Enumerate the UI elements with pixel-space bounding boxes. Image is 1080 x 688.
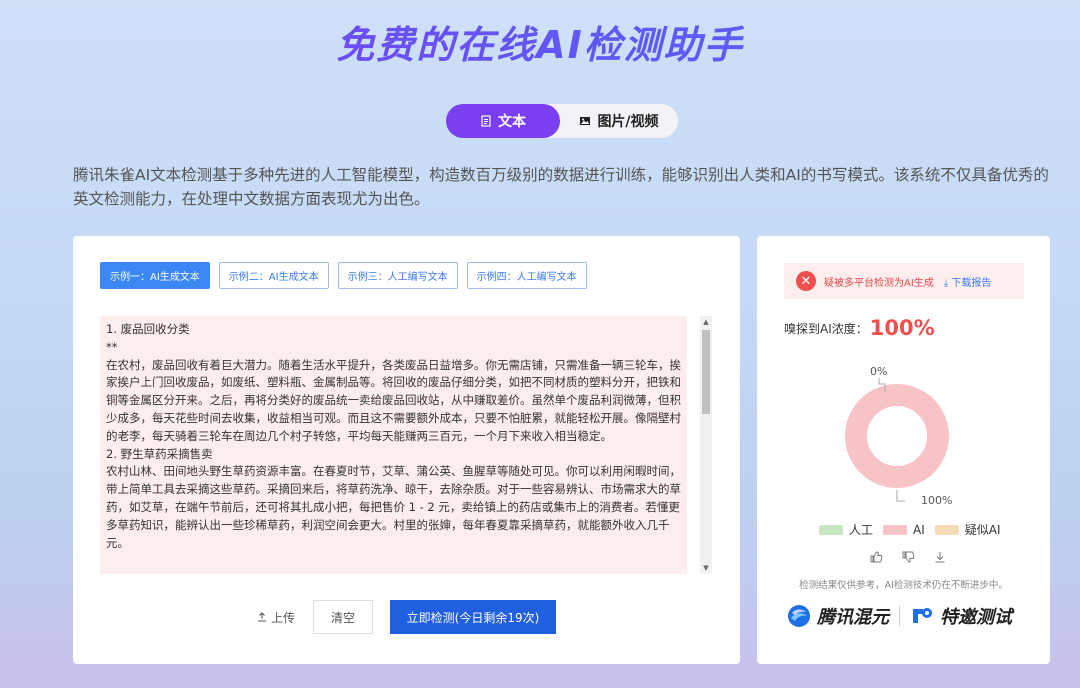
brand-logos: 腾讯混元 特邀测试 bbox=[787, 603, 1012, 629]
alert-text: 疑被多平台检测为AI生成 bbox=[824, 277, 934, 289]
page-title: 免费的在线AI检测助手 bbox=[0, 14, 1080, 69]
upload-button[interactable]: 上传 bbox=[257, 609, 295, 626]
legend-label: 疑似AI bbox=[964, 523, 1001, 537]
legend-label: 人工 bbox=[849, 523, 874, 537]
legend-swatch bbox=[934, 524, 959, 535]
chart-legend: 人工 AI 疑似AI bbox=[819, 521, 1011, 538]
tab-text[interactable]: 文本 bbox=[446, 104, 560, 138]
thumbs-up-icon[interactable] bbox=[869, 550, 883, 564]
text-scrollbar[interactable]: ▲ ▼ bbox=[700, 316, 712, 574]
ai-level-label: 嗅探到AI浓度： bbox=[784, 321, 868, 336]
legend-swatch bbox=[819, 524, 843, 535]
text-line: 1. 废品回收分类 bbox=[106, 322, 190, 336]
action-bar: 上传 清空 立即检测(今日剩余19次) bbox=[73, 600, 740, 634]
tab-text-label: 文本 bbox=[498, 114, 526, 130]
download-report-link[interactable]: ⤓ 下载报告 bbox=[944, 274, 992, 289]
description: 腾讯朱雀AI文本检测基于多种先进的人工智能模型，构造数百万级别的数据进行训练，能… bbox=[73, 166, 1049, 208]
example-button-2[interactable]: 示例二：AI生成文本 bbox=[218, 262, 329, 289]
text-input[interactable]: 1. 废品回收分类 ** 在农村，废品回收有着巨大潜力。随着生活水平提升，各类废… bbox=[100, 316, 687, 574]
legend-item-human[interactable]: 人工 bbox=[819, 521, 873, 538]
brand-hunyuan: 腾讯混元 bbox=[817, 607, 889, 628]
feedback-bar bbox=[869, 550, 947, 564]
text-line: 农村山林、田间地头野生草药资源丰富。在春夏时节，艾草、蒲公英、鱼腥草等随处可见。… bbox=[106, 464, 681, 550]
ai-level-value: 100% bbox=[869, 316, 935, 340]
scroll-thumb[interactable] bbox=[702, 330, 710, 414]
upload-label: 上传 bbox=[270, 610, 295, 625]
brand-divider bbox=[899, 606, 900, 626]
scroll-down-icon[interactable]: ▼ bbox=[700, 562, 712, 574]
download-label: 下载报告 bbox=[951, 277, 992, 289]
detect-button[interactable]: 立即检测(今日剩余19次) bbox=[390, 600, 556, 634]
result-alert: ✕ 疑被多平台检测为AI生成 ⤓ 下载报告 bbox=[784, 263, 1024, 299]
example-buttons: 示例一：AI生成文本 示例二：AI生成文本 示例三：人工编写文本 示例四：人工编… bbox=[100, 262, 587, 289]
upload-icon bbox=[257, 612, 266, 622]
thumbs-down-icon[interactable] bbox=[901, 550, 915, 564]
text-line: 2. 野生草药采摘售卖 bbox=[106, 446, 213, 461]
text-line: 在农村，废品回收有着巨大潜力。随着生活水平提升，各类废品日益增多。你无需店铺，只… bbox=[106, 357, 681, 443]
ai-donut-chart bbox=[845, 378, 949, 502]
example-button-1[interactable]: 示例一：AI生成文本 bbox=[100, 262, 210, 289]
close-circle-icon: ✕ bbox=[796, 271, 816, 291]
download-icon: ⤓ bbox=[943, 277, 949, 289]
clear-button[interactable]: 清空 bbox=[313, 600, 373, 634]
pct-label-bottom: 100% bbox=[921, 494, 953, 507]
brand-invite-test: 特邀测试 bbox=[940, 607, 1012, 628]
mode-tabs: 文本 图片/视频 bbox=[446, 104, 678, 138]
legend-item-ai[interactable]: AI bbox=[883, 523, 925, 537]
invite-logo-icon bbox=[913, 608, 932, 623]
legend-swatch bbox=[883, 524, 908, 535]
ai-level: 嗅探到AI浓度： 100% bbox=[784, 316, 935, 340]
input-panel: 示例一：AI生成文本 示例二：AI生成文本 示例三：人工编写文本 示例四：人工编… bbox=[73, 236, 740, 664]
tab-image-video-label: 图片/视频 bbox=[597, 114, 659, 130]
pct-label-top: 0% bbox=[870, 365, 888, 378]
tab-image-video[interactable]: 图片/视频 bbox=[560, 104, 678, 138]
label-leader-bottom bbox=[896, 490, 905, 502]
hunyuan-logo-icon bbox=[788, 605, 810, 627]
legend-item-suspected-ai[interactable]: 疑似AI bbox=[934, 521, 1001, 538]
image-icon bbox=[580, 117, 591, 125]
text-line: ** bbox=[106, 339, 118, 354]
donut-slice-AI bbox=[845, 384, 949, 488]
document-icon bbox=[481, 115, 491, 127]
example-button-4[interactable]: 示例四：人工编写文本 bbox=[466, 262, 587, 289]
disclaimer: 检测结果仅供参考，AI检测技术仍在不断进步中。 bbox=[799, 580, 1008, 591]
donut-slices bbox=[845, 384, 949, 488]
scroll-up-icon[interactable]: ▲ bbox=[700, 316, 712, 328]
result-panel: ✕ 疑被多平台检测为AI生成 ⤓ 下载报告 嗅探到AI浓度： 100% 0% 1… bbox=[757, 236, 1050, 664]
download-icon[interactable] bbox=[933, 550, 947, 564]
example-button-3[interactable]: 示例三：人工编写文本 bbox=[337, 262, 458, 289]
legend-label: AI bbox=[913, 522, 925, 537]
